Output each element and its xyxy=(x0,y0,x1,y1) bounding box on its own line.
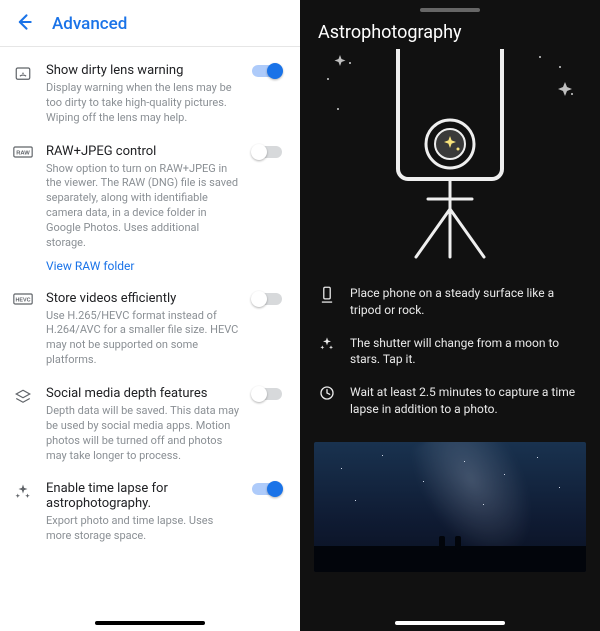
setting-text: Social media depth features Depth data w… xyxy=(46,386,240,463)
setting-desc: Show option to turn on RAW+JPEG in the v… xyxy=(46,162,240,251)
header-bar: Advanced xyxy=(0,0,300,47)
setting-title: RAW+JPEG control xyxy=(46,144,240,159)
sparkle-icon xyxy=(12,481,34,501)
astro-screen: Astrophotography xyxy=(300,0,600,631)
setting-title: Enable time lapse for astrophotography. xyxy=(46,481,240,511)
view-raw-folder-link[interactable]: View RAW folder xyxy=(46,259,240,273)
astro-preview-image xyxy=(314,442,586,572)
tip-wait: Wait at least 2.5 minutes to capture a t… xyxy=(318,376,582,426)
tip-shutter: The shutter will change from a moon to s… xyxy=(318,327,582,377)
astro-illustration xyxy=(308,49,592,269)
setting-text: Show dirty lens warning Display warning … xyxy=(46,63,240,126)
svg-text:HEVC: HEVC xyxy=(15,297,30,303)
setting-title: Show dirty lens warning xyxy=(46,63,240,78)
setting-desc: Export photo and time lapse. Uses more s… xyxy=(46,514,240,544)
setting-raw-jpeg[interactable]: RAW RAW+JPEG control Show option to turn… xyxy=(10,136,290,283)
tip-text: Wait at least 2.5 minutes to capture a t… xyxy=(350,384,582,418)
setting-desc: Depth data will be saved. This data may … xyxy=(46,404,240,463)
raw-icon: RAW xyxy=(12,144,34,158)
setting-dirty-lens[interactable]: Show dirty lens warning Display warning … xyxy=(10,55,290,136)
toggle-dirty-lens[interactable] xyxy=(252,63,286,77)
setting-text: Store videos efficiently Use H.265/HEVC … xyxy=(46,291,240,368)
setting-hevc[interactable]: HEVC Store videos efficiently Use H.265/… xyxy=(10,283,290,378)
toggle-depth[interactable] xyxy=(252,386,286,400)
page-title: Astrophotography xyxy=(300,12,600,49)
setting-title: Store videos efficiently xyxy=(46,291,240,306)
back-arrow-icon[interactable] xyxy=(14,12,34,36)
toggle-hevc[interactable] xyxy=(252,291,286,305)
sparkle-icon xyxy=(318,335,336,352)
svg-text:RAW: RAW xyxy=(16,150,30,156)
tip-text: The shutter will change from a moon to s… xyxy=(350,335,582,369)
setting-depth[interactable]: Social media depth features Depth data w… xyxy=(10,378,290,473)
setting-desc: Use H.265/HEVC format instead of H.264/A… xyxy=(46,309,240,368)
setting-text: Enable time lapse for astrophotography. … xyxy=(46,481,240,544)
clock-icon xyxy=(318,384,336,401)
tip-text: Place phone on a steady surface like a t… xyxy=(350,285,582,319)
phone-steady-icon xyxy=(318,285,336,304)
nav-pill[interactable] xyxy=(395,621,505,625)
nav-pill[interactable] xyxy=(95,621,205,625)
setting-title: Social media depth features xyxy=(46,386,240,401)
layers-icon xyxy=(12,386,34,406)
setting-desc: Display warning when the lens may be too… xyxy=(46,81,240,126)
settings-screen: Advanced Show dirty lens warning Display… xyxy=(0,0,300,631)
page-title: Advanced xyxy=(52,14,127,34)
tip-steady: Place phone on a steady surface like a t… xyxy=(318,277,582,327)
toggle-raw-jpeg[interactable] xyxy=(252,144,286,158)
setting-text: RAW+JPEG control Show option to turn on … xyxy=(46,144,240,273)
settings-list: Show dirty lens warning Display warning … xyxy=(0,47,300,621)
warning-box-icon xyxy=(12,63,34,83)
hevc-icon: HEVC xyxy=(12,291,34,305)
tips-list: Place phone on a steady surface like a t… xyxy=(300,269,600,436)
toggle-astro-timelapse[interactable] xyxy=(252,481,286,495)
setting-astro-timelapse[interactable]: Enable time lapse for astrophotography. … xyxy=(10,473,290,554)
